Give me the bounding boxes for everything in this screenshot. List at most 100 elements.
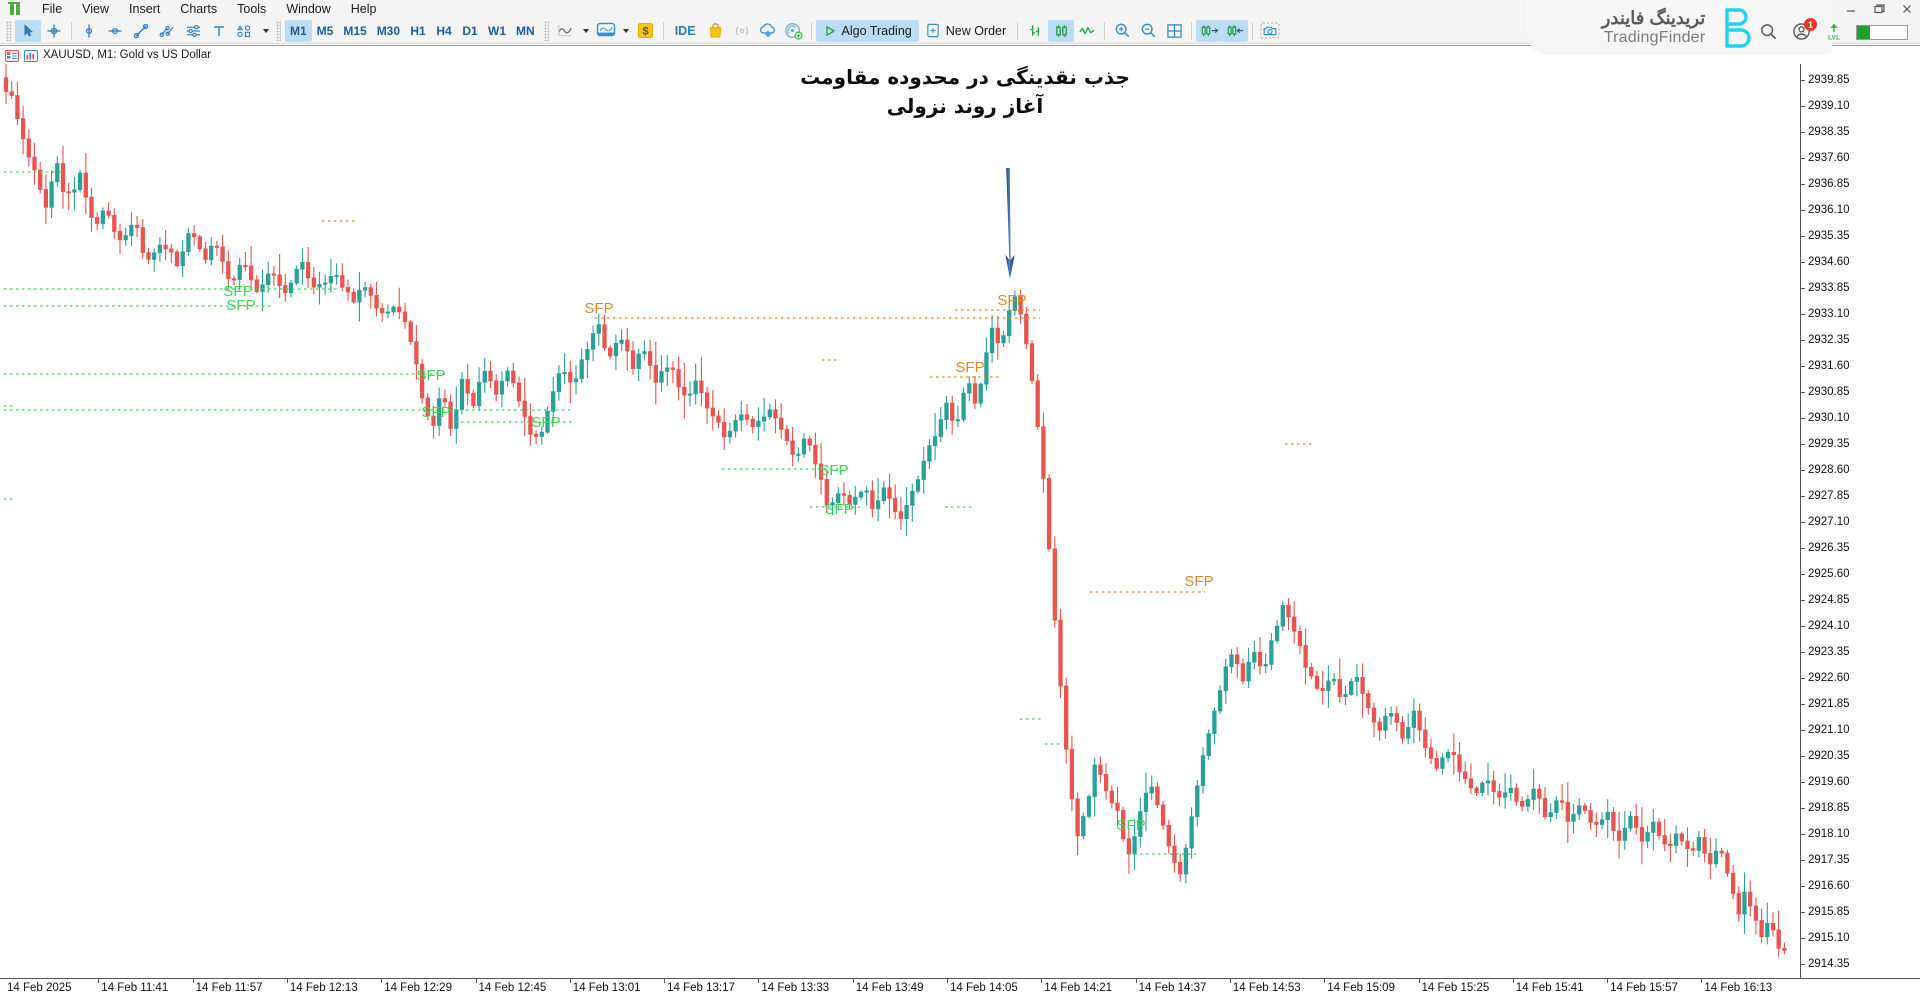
chart-plot-area[interactable]: SFP SFP SFP SFP SFP SFP SFP SFP SFP SFP SFP SFP xyxy=(0,64,1800,979)
menu-item-window[interactable]: Window xyxy=(276,0,340,18)
candle-body xyxy=(1651,821,1656,833)
candle-body xyxy=(511,370,516,384)
chart-properties-icon[interactable] xyxy=(5,49,19,62)
toolbar-grip-indicators[interactable] xyxy=(543,20,549,41)
ide-button[interactable]: IDE xyxy=(668,20,703,42)
timeframe-m15[interactable]: M15 xyxy=(338,20,371,42)
screenshot-camera-icon[interactable] xyxy=(1257,20,1283,42)
timeframe-w1[interactable]: W1 xyxy=(483,20,511,42)
zoom-out-icon[interactable] xyxy=(1135,20,1161,42)
annotation-line-2: آغاز روند نزولی xyxy=(886,94,1044,118)
timeframe-m1[interactable]: M1 xyxy=(285,19,312,42)
new-order-button[interactable]: New Order xyxy=(919,20,1013,42)
menu-item-charts[interactable]: Charts xyxy=(170,0,227,18)
auto-scroll-icon[interactable] xyxy=(1196,19,1223,42)
polyline-icon[interactable] xyxy=(154,20,180,42)
signals-broadcast-icon[interactable] xyxy=(729,20,755,42)
vps-cloud-icon[interactable] xyxy=(755,20,781,42)
time-tick-label: 14 Feb 2025 xyxy=(7,982,72,994)
menu-item-file[interactable]: File xyxy=(32,0,72,18)
zoom-in-icon[interactable] xyxy=(1109,20,1135,42)
shapes-icon[interactable] xyxy=(232,20,258,42)
candle-body xyxy=(1520,801,1525,807)
search-icon[interactable] xyxy=(1759,22,1779,42)
menu-item-view[interactable]: View xyxy=(72,0,119,18)
price-tick-label: 2933.10 xyxy=(1808,308,1850,320)
price-tick xyxy=(1801,574,1805,575)
sfp-marker-label: SFP xyxy=(531,414,560,431)
candle-body xyxy=(454,409,459,429)
candle-body xyxy=(1639,827,1645,842)
candlestick-canvas[interactable]: SFPSFPSFPSFPSFPSFPSFPSFPSFPSFPSFPSFP xyxy=(0,64,1800,979)
templates-icon[interactable] xyxy=(593,20,619,42)
candle-body xyxy=(1041,426,1046,479)
copy-trading-icon[interactable] xyxy=(781,20,807,42)
sfp-marker-label: SFP xyxy=(416,367,445,384)
candle-body xyxy=(676,369,681,388)
dollar-icon[interactable]: $ xyxy=(633,20,659,42)
bar-chart-icon[interactable] xyxy=(1022,20,1048,42)
time-tick xyxy=(1418,979,1420,983)
toolbar-grip-timeframes[interactable] xyxy=(276,20,281,41)
indicators-dropdown-caret[interactable] xyxy=(579,20,593,42)
price-tick-label: 2918.85 xyxy=(1808,802,1850,814)
text-label-icon[interactable] xyxy=(206,20,232,42)
timeframe-mn[interactable]: MN xyxy=(511,20,540,42)
candle-body xyxy=(1776,929,1781,949)
minimize-icon[interactable] xyxy=(1844,2,1858,16)
crosshair-icon[interactable] xyxy=(41,20,67,42)
lvl-meter-icon[interactable]: LVL xyxy=(1825,22,1843,42)
candlestick-icon[interactable] xyxy=(1048,19,1075,42)
candle-body xyxy=(984,352,989,385)
price-tick xyxy=(1801,912,1805,913)
timeframe-h4[interactable]: H4 xyxy=(431,20,457,42)
line-chart-icon[interactable] xyxy=(1074,20,1100,42)
candle-body xyxy=(146,252,151,260)
candle-body xyxy=(157,244,163,254)
price-tick-label: 2936.85 xyxy=(1808,178,1850,190)
timeframe-d1[interactable]: D1 xyxy=(457,20,483,42)
vertical-line-icon[interactable] xyxy=(76,20,102,42)
cursor-icon[interactable] xyxy=(15,19,41,42)
account-notification-icon[interactable]: 1 xyxy=(1792,18,1817,42)
price-tick xyxy=(1801,210,1805,211)
candle-body xyxy=(647,351,653,366)
price-tick xyxy=(1801,600,1805,601)
candle-body xyxy=(1497,791,1502,798)
candle-body xyxy=(608,347,613,357)
time-axis[interactable]: 14 Feb 2025 14 Feb 11:41 14 Feb 11:57 14 Fe… xyxy=(0,978,1920,996)
close-icon[interactable] xyxy=(1900,2,1914,16)
price-tick-label: 2920.35 xyxy=(1808,750,1850,762)
menu-item-insert[interactable]: Insert xyxy=(119,0,170,18)
algo-trading-button[interactable]: Algo Trading xyxy=(815,19,919,42)
timeframe-h1[interactable]: H1 xyxy=(405,20,431,42)
chart-window-icon[interactable] xyxy=(24,49,38,62)
trendline-icon[interactable] xyxy=(128,20,154,42)
candle-body xyxy=(893,497,898,512)
indicators-line-icon[interactable] xyxy=(553,20,579,42)
equidistant-channel-icon[interactable] xyxy=(180,20,206,42)
candle-body xyxy=(1514,787,1519,802)
horizontal-line-icon[interactable] xyxy=(102,20,128,42)
candle-body xyxy=(323,282,328,285)
candle-body xyxy=(699,380,704,394)
menu-item-help[interactable]: Help xyxy=(341,0,387,18)
toolbar-grip[interactable] xyxy=(6,20,11,41)
candle-body xyxy=(539,431,544,437)
shapes-dropdown-caret[interactable] xyxy=(258,20,272,42)
candle-body xyxy=(1628,816,1633,829)
candle-body xyxy=(1064,685,1069,750)
market-bag-icon[interactable] xyxy=(703,20,729,42)
candle-body xyxy=(750,418,755,428)
price-axis[interactable]: 2939.85 2939.10 2938.35 2937.60 2936.85 2936.… xyxy=(1800,64,1920,979)
candle-body xyxy=(784,429,790,442)
chart-shift-icon[interactable] xyxy=(1222,19,1249,42)
restore-icon[interactable] xyxy=(1872,2,1886,16)
menu-item-tools[interactable]: Tools xyxy=(227,0,276,18)
timeframe-m30[interactable]: M30 xyxy=(372,20,405,42)
candle-body xyxy=(1400,722,1405,739)
templates-dropdown-caret[interactable] xyxy=(619,20,633,42)
timeframe-m5[interactable]: M5 xyxy=(312,20,339,42)
level-progress-bar xyxy=(1856,24,1908,40)
tile-windows-icon[interactable] xyxy=(1161,20,1187,42)
